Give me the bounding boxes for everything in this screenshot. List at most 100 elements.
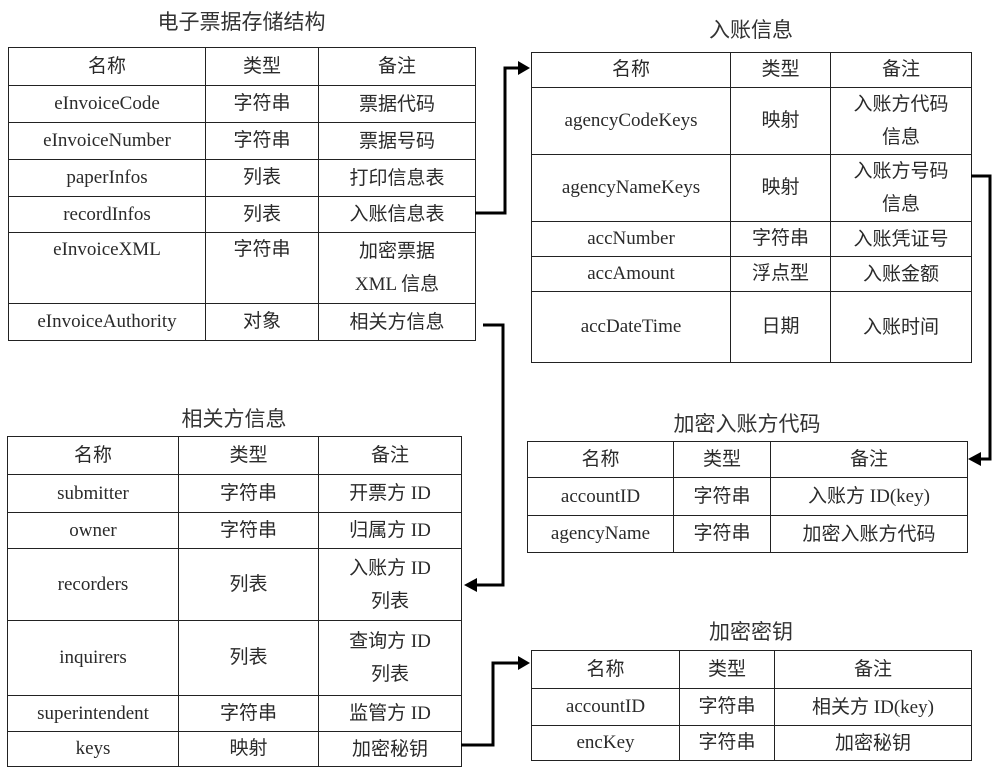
field-name: eInvoiceNumber xyxy=(8,122,206,160)
field-type: 列表 xyxy=(205,196,319,233)
table-row: accountID 字符串 入账方 ID(key) xyxy=(527,477,968,516)
field-note: 打印信息表 xyxy=(318,159,476,197)
header-type: 类型 xyxy=(178,436,319,475)
field-type: 字符串 xyxy=(730,221,831,257)
field-type: 映射 xyxy=(178,731,319,767)
note-line: 票据代码 xyxy=(358,93,435,115)
field-type: 字符串 xyxy=(178,695,319,732)
encryption-key-title: 加密密钥 xyxy=(709,620,793,644)
field-note: 入账方代码 信息 xyxy=(830,87,972,155)
field-note: 票据代码 xyxy=(318,85,476,123)
field-note: 入账信息表 xyxy=(318,196,476,233)
connector-authority-to-related-party xyxy=(464,323,505,592)
note-line: 入账信息表 xyxy=(349,204,445,225)
arrow-left-icon xyxy=(968,452,981,466)
field-note: 入账方号码 信息 xyxy=(830,154,972,222)
table-row: agencyNameKeys 映射 入账方号码 信息 xyxy=(531,154,972,222)
field-type: 对象 xyxy=(205,303,319,341)
field-name: accountID xyxy=(527,477,674,516)
table-row: accAmount 浮点型 入账金额 xyxy=(531,256,972,292)
table-row: agencyName 字符串 加密入账方代码 xyxy=(527,515,968,553)
header-type: 类型 xyxy=(673,441,771,478)
field-name: eInvoiceCode xyxy=(8,85,206,123)
field-type: 映射 xyxy=(730,154,831,222)
note-line: 相关方 ID(key) xyxy=(812,696,934,718)
encryption-key-table: 名称 类型 备注 accountID 字符串 相关方 ID(key) encKey 字符串 加密… xyxy=(531,650,972,761)
field-type: 字符串 xyxy=(205,85,319,123)
field-type: 列表 xyxy=(205,159,319,197)
header-note: 备注 xyxy=(774,650,972,689)
field-type: 列表 xyxy=(178,620,319,696)
field-name: encKey xyxy=(531,725,680,761)
header-row: 名称 类型 备注 xyxy=(531,650,972,689)
field-type: 字符串 xyxy=(205,122,319,160)
table-row: owner 字符串 归属方 ID xyxy=(7,512,462,549)
invoice-storage-table: 名称 类型 备注 eInvoiceCode 字符串 票据代码 eInvoiceNumber 字… xyxy=(8,47,476,341)
note-line: 监管方 ID xyxy=(349,703,431,724)
record-info-table: 名称 类型 备注 agencyCodeKeys 映射 入账方代码 信息 agencyNameK… xyxy=(531,52,972,363)
header-name: 名称 xyxy=(7,436,179,475)
note-line: 加密入账方代码 xyxy=(802,523,936,545)
field-name: owner xyxy=(7,512,179,549)
note-line: 入账金额 xyxy=(862,263,939,285)
field-name: paperInfos xyxy=(8,159,206,197)
note-line: 入账凭证号 xyxy=(853,228,949,250)
field-type: 列表 xyxy=(178,548,319,621)
header-row: 名称 类型 备注 xyxy=(527,441,968,478)
encrypted-agency-code-table: 名称 类型 备注 accountID 字符串 入账方 ID(key) agencyName 字… xyxy=(527,441,968,553)
encrypted-agency-code-title: 加密入账方代码 xyxy=(673,412,821,436)
header-note: 备注 xyxy=(770,441,968,478)
field-note: 加密入账方代码 xyxy=(770,515,968,553)
arrow-left-icon xyxy=(464,578,477,592)
field-note: 加密秘钥 xyxy=(318,731,462,767)
table-row: eInvoiceCode 字符串 票据代码 xyxy=(8,85,476,123)
note-line: 入账方号码 xyxy=(853,161,949,182)
field-name: eInvoiceXML xyxy=(8,232,206,304)
field-note: 入账方 ID 列表 xyxy=(318,548,462,621)
related-party-table: 名称 类型 备注 submitter 字符串 开票方 ID owner 字符串 归属方 ID re… xyxy=(7,436,462,767)
field-note: 监管方 ID xyxy=(318,695,462,732)
note-line: 信息 xyxy=(881,194,920,215)
field-name: agencyNameKeys xyxy=(531,154,731,222)
field-type: 字符串 xyxy=(673,477,771,516)
header-name: 名称 xyxy=(8,47,206,86)
field-note: 入账方 ID(key) xyxy=(770,477,968,516)
field-name: accDateTime xyxy=(531,291,731,363)
field-type: 日期 xyxy=(730,291,831,363)
header-row: 名称 类型 备注 xyxy=(7,436,462,475)
field-name: recordInfos xyxy=(8,196,206,233)
note-line: 加密秘钥 xyxy=(834,732,911,754)
header-name: 名称 xyxy=(531,52,731,88)
note-line: 票据号码 xyxy=(358,130,435,152)
field-note: 入账金额 xyxy=(830,256,972,292)
field-name: agencyName xyxy=(527,515,674,553)
field-note: 加密秘钥 xyxy=(774,725,972,761)
table-row: recorders 列表 入账方 ID 列表 xyxy=(7,548,462,621)
note-line: 入账方代码 xyxy=(853,94,949,115)
field-note: 相关方信息 xyxy=(318,303,476,341)
table-row: eInvoiceAuthority 对象 相关方信息 xyxy=(8,303,476,341)
field-name: accountID xyxy=(531,688,680,726)
header-name: 名称 xyxy=(531,650,680,689)
field-note: 归属方 ID xyxy=(318,512,462,549)
note-line: 加密秘钥 xyxy=(351,738,428,760)
field-note: 入账时间 xyxy=(830,291,972,363)
header-type: 类型 xyxy=(205,47,319,86)
connector-recordinfos-to-record-info xyxy=(475,61,530,215)
field-type: 浮点型 xyxy=(730,256,831,292)
field-name: eInvoiceAuthority xyxy=(8,303,206,341)
note-line: 打印信息表 xyxy=(349,167,445,189)
table-row: encKey 字符串 加密秘钥 xyxy=(531,725,972,761)
field-name: recorders xyxy=(7,548,179,621)
field-note: 票据号码 xyxy=(318,122,476,160)
field-name: submitter xyxy=(7,474,179,513)
header-note: 备注 xyxy=(318,436,462,475)
table-row: accDateTime 日期 入账时间 xyxy=(531,291,972,363)
table-row: eInvoiceNumber 字符串 票据号码 xyxy=(8,122,476,160)
field-type: 映射 xyxy=(730,87,831,155)
note-line: 列表 xyxy=(370,664,409,685)
note-line: 开票方 ID xyxy=(349,483,431,504)
field-note: 查询方 ID 列表 xyxy=(318,620,462,696)
table-row: eInvoiceXML 字符串 加密票据 XML 信息 xyxy=(8,232,476,304)
note-line: 入账方 ID(key) xyxy=(808,486,930,507)
